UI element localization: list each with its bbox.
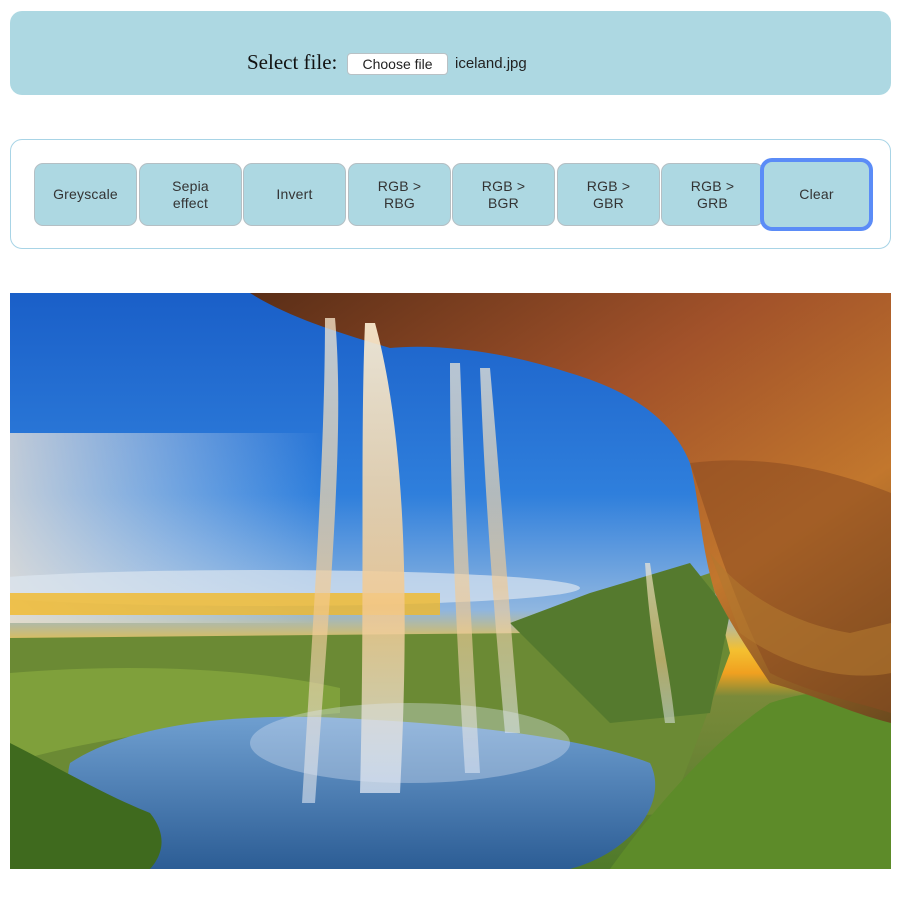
sepia-effect-button[interactable]: Sepia effect bbox=[139, 163, 242, 226]
invert-button[interactable]: Invert bbox=[243, 163, 346, 226]
photo-canvas bbox=[10, 293, 891, 869]
choose-file-button[interactable]: Choose file bbox=[347, 53, 448, 75]
clear-button[interactable]: Clear bbox=[763, 161, 870, 228]
rgb-to-grb-button[interactable]: RGB > GRB bbox=[661, 163, 764, 226]
file-select-panel: Select file: Choose file iceland.jpg bbox=[10, 11, 891, 95]
filter-toolbar: Greyscale Sepia effect Invert RGB > RBG … bbox=[10, 139, 891, 249]
waterfall-cave-photo bbox=[10, 293, 891, 869]
rgb-to-bgr-button[interactable]: RGB > BGR bbox=[452, 163, 555, 226]
file-select-label: Select file: bbox=[247, 50, 338, 74]
rgb-to-rbg-button[interactable]: RGB > RBG bbox=[348, 163, 451, 226]
rgb-to-gbr-button[interactable]: RGB > GBR bbox=[557, 163, 660, 226]
selected-file-name: iceland.jpg bbox=[455, 55, 527, 72]
greyscale-button[interactable]: Greyscale bbox=[34, 163, 137, 226]
